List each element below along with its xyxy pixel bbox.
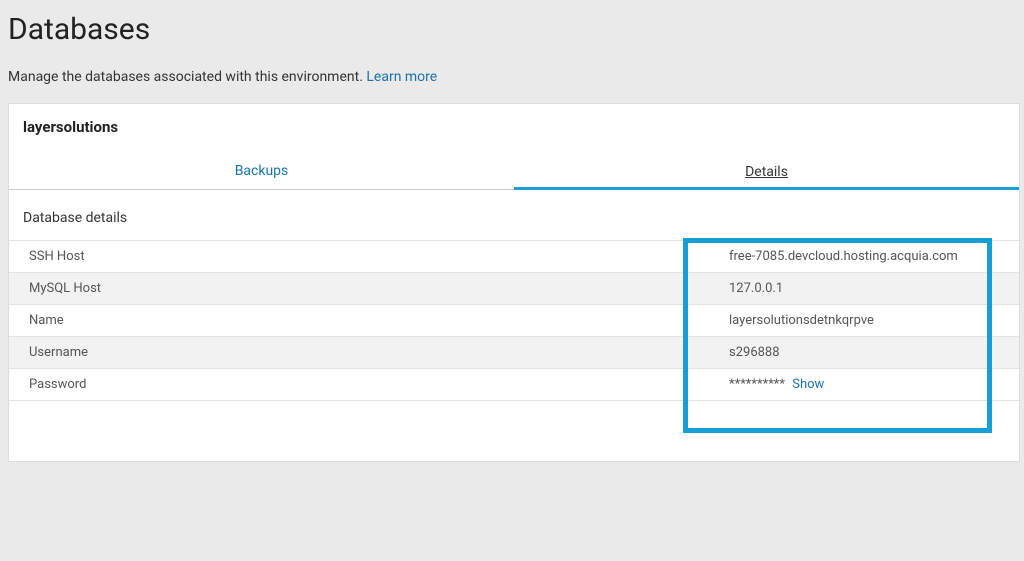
password-mask: ********** bbox=[729, 377, 785, 392]
row-value: s296888 bbox=[709, 337, 1019, 369]
row-value: free-7085.devcloud.hosting.acquia.com bbox=[709, 241, 1019, 273]
learn-more-link[interactable]: Learn more bbox=[366, 69, 437, 85]
intro-main: Manage the databases associated with thi… bbox=[8, 69, 363, 85]
panel-header: layersolutions bbox=[9, 104, 1019, 154]
row-label: Name bbox=[9, 305, 709, 337]
intro-text: Manage the databases associated with thi… bbox=[0, 69, 1024, 103]
table-row: Password ********** Show bbox=[9, 369, 1019, 401]
details-table: SSH Host free-7085.devcloud.hosting.acqu… bbox=[9, 240, 1019, 401]
row-label: SSH Host bbox=[9, 241, 709, 273]
section-title: Database details bbox=[9, 190, 1019, 240]
row-label: Password bbox=[9, 369, 709, 401]
tabs: Backups Details bbox=[9, 154, 1019, 190]
database-panel: layersolutions Backups Details Database … bbox=[8, 103, 1020, 462]
row-value: 127.0.0.1 bbox=[709, 273, 1019, 305]
row-value: ********** Show bbox=[709, 369, 1019, 401]
show-password-link[interactable]: Show bbox=[792, 377, 824, 392]
table-row: Username s296888 bbox=[9, 337, 1019, 369]
table-row: Name layersolutionsdetnkqrpve bbox=[9, 305, 1019, 337]
page-title: Databases bbox=[0, 0, 1024, 69]
table-wrapper: SSH Host free-7085.devcloud.hosting.acqu… bbox=[9, 240, 1019, 461]
tab-backups[interactable]: Backups bbox=[9, 154, 514, 189]
table-row: MySQL Host 127.0.0.1 bbox=[9, 273, 1019, 305]
table-row: SSH Host free-7085.devcloud.hosting.acqu… bbox=[9, 241, 1019, 273]
row-value: layersolutionsdetnkqrpve bbox=[709, 305, 1019, 337]
tab-details[interactable]: Details bbox=[514, 155, 1019, 190]
row-label: Username bbox=[9, 337, 709, 369]
row-label: MySQL Host bbox=[9, 273, 709, 305]
